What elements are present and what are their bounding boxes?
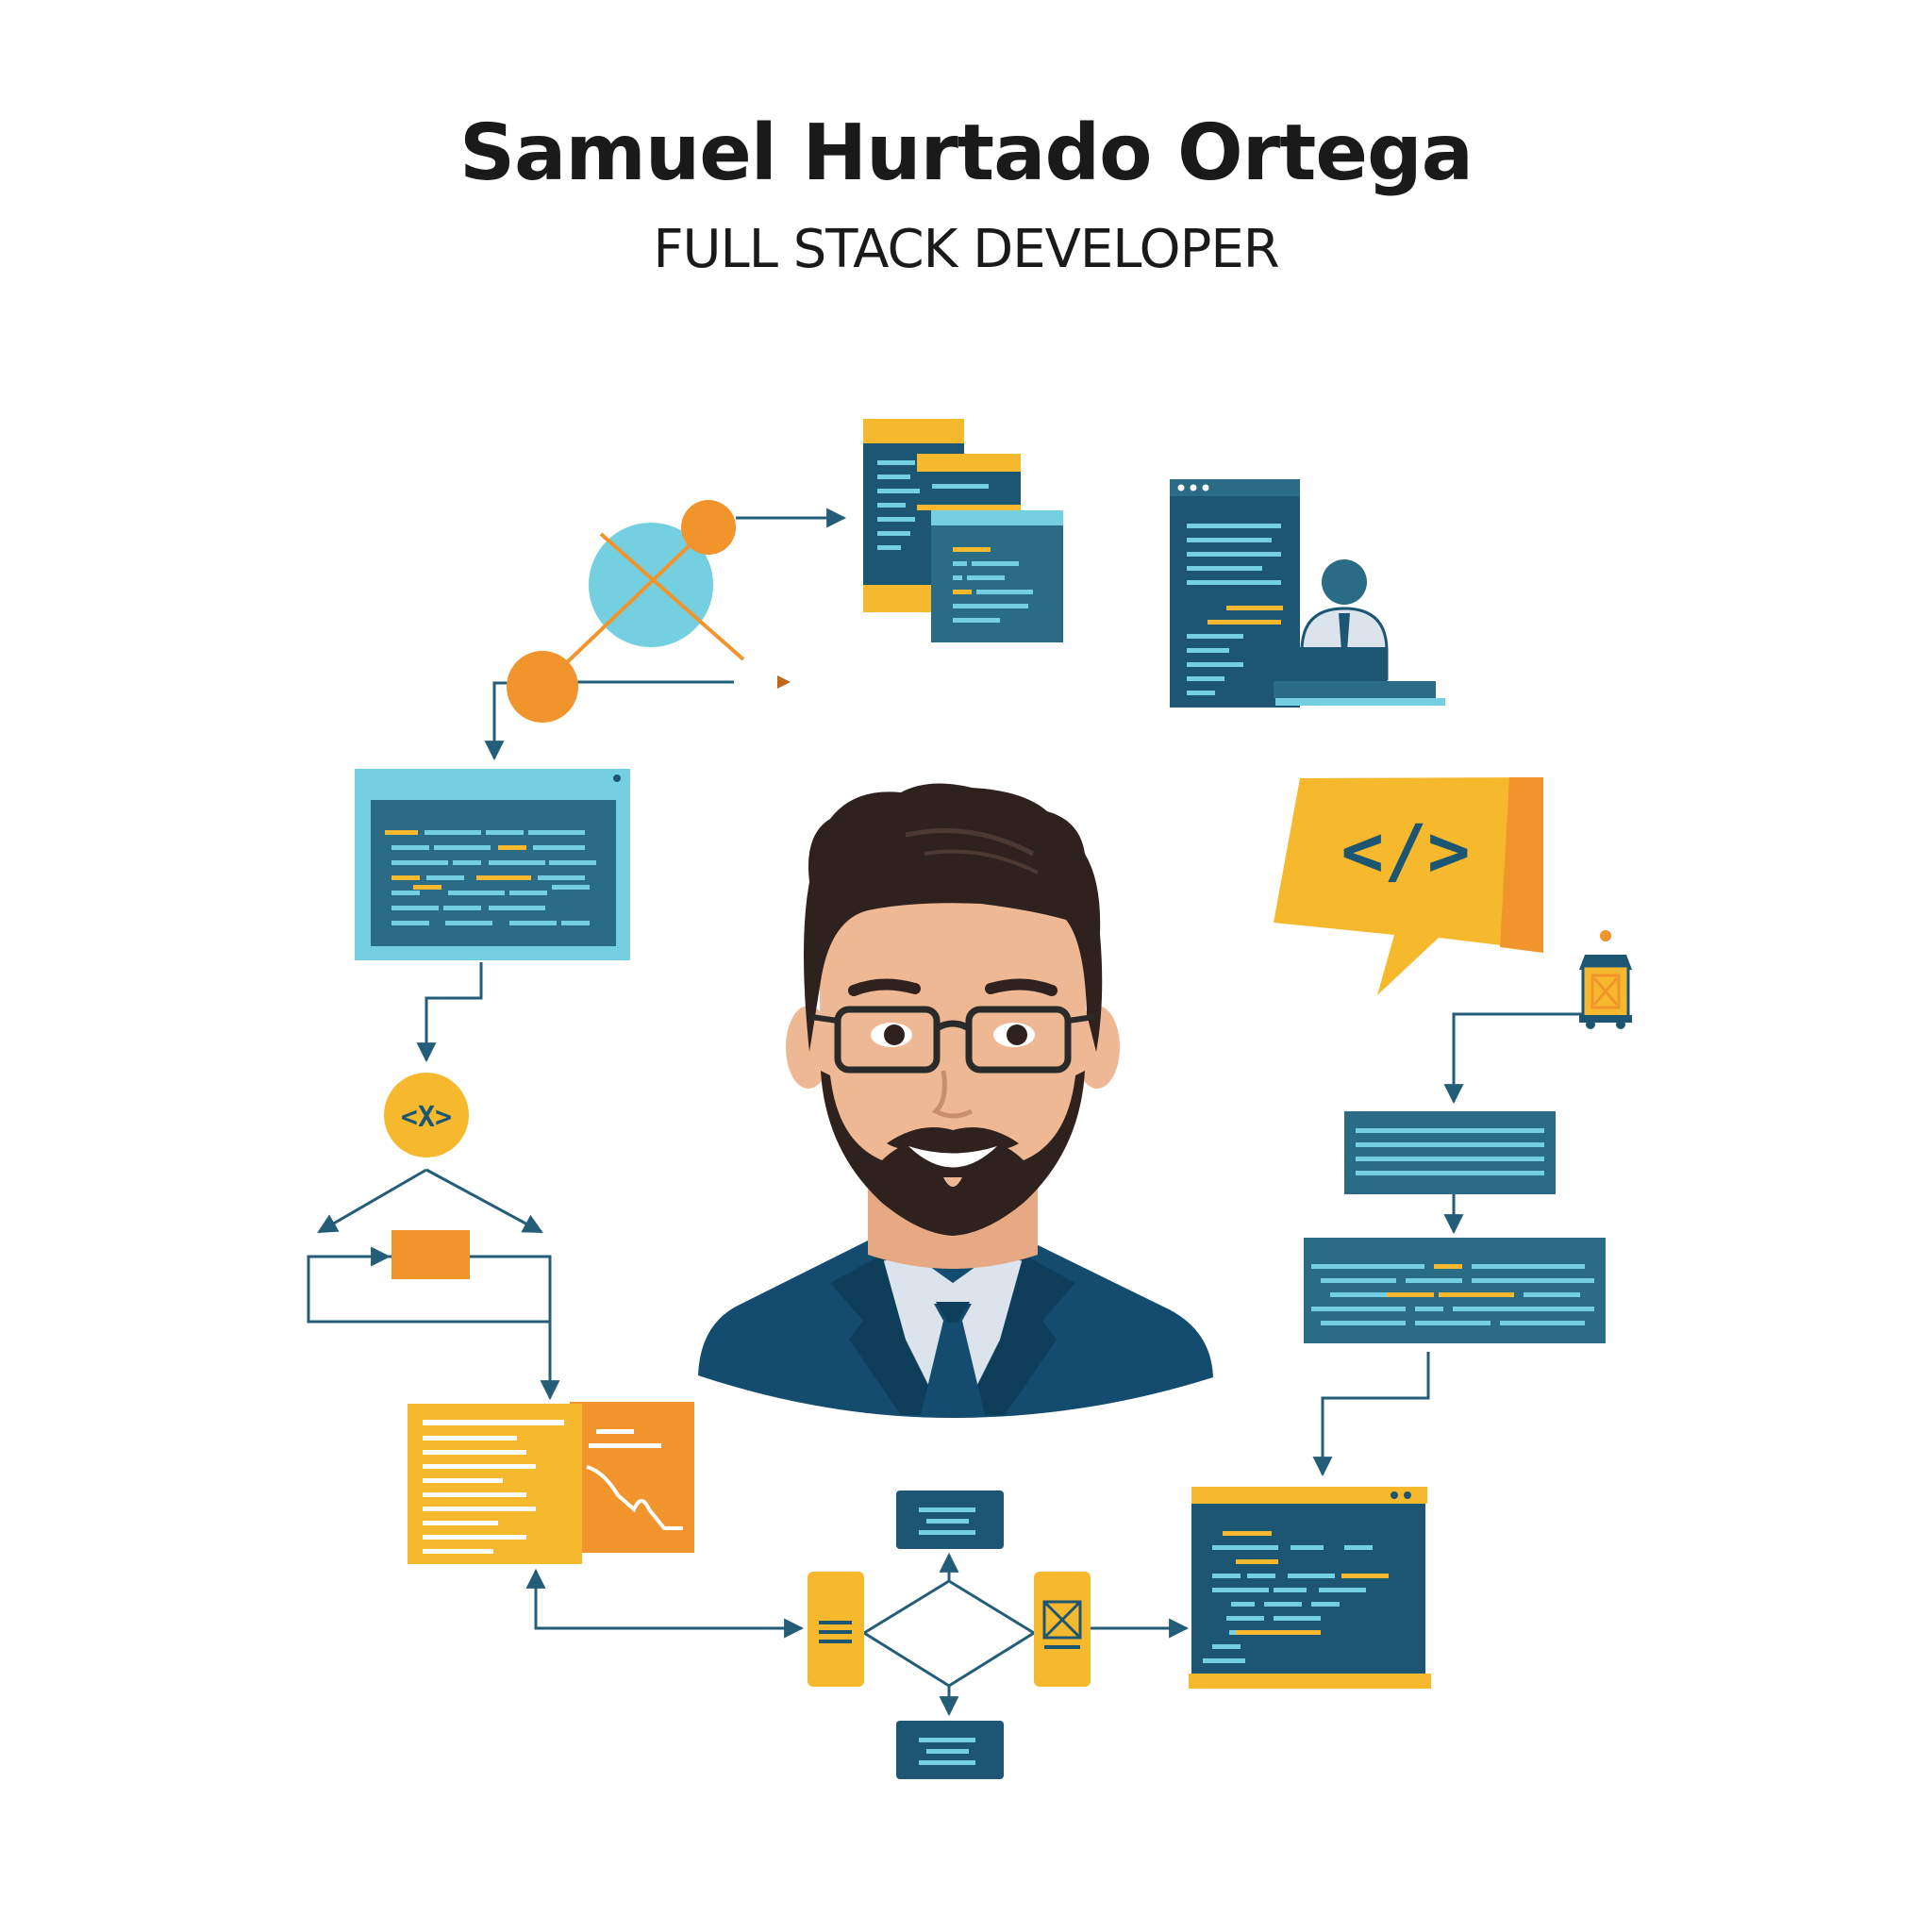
lantern-icon: [1579, 930, 1632, 1029]
connector-badge-split-right: [425, 1168, 543, 1234]
stacked-code-documents-icon: [863, 419, 1063, 642]
connector-to-flowchart: [534, 1575, 805, 1639]
connector-window-to-badge: [416, 962, 483, 1063]
connector-panel-to-ide: [1312, 1352, 1430, 1477]
connector-badge-split-left: [317, 1168, 427, 1234]
node-graph-icon: [507, 500, 791, 723]
ide-window-icon: [1189, 1487, 1431, 1689]
code-badge-label: <X>: [401, 1101, 452, 1134]
connector-lantern-to-panel: [1443, 1012, 1591, 1105]
decision-diamond: [861, 1579, 1037, 1688]
developer-workstation-icon: [1170, 479, 1445, 708]
flow-left-box: [808, 1572, 864, 1687]
bottom-flowchart: [808, 1491, 1091, 1779]
code-badge-icon: <X>: [384, 1073, 469, 1158]
flow-right-box: [1034, 1572, 1091, 1687]
right-panel-lower: [1304, 1238, 1606, 1343]
document-chart-icon: [408, 1402, 694, 1564]
developer-workflow-illustration: <X> </>: [307, 419, 1632, 1779]
code-bubble-label: </>: [1341, 808, 1470, 892]
developer-avatar: [698, 783, 1213, 1418]
code-speech-bubble-icon: </>: [1274, 777, 1543, 995]
right-panel-upper: [1344, 1111, 1556, 1194]
process-box: [391, 1230, 470, 1279]
code-window-icon: [355, 769, 630, 960]
